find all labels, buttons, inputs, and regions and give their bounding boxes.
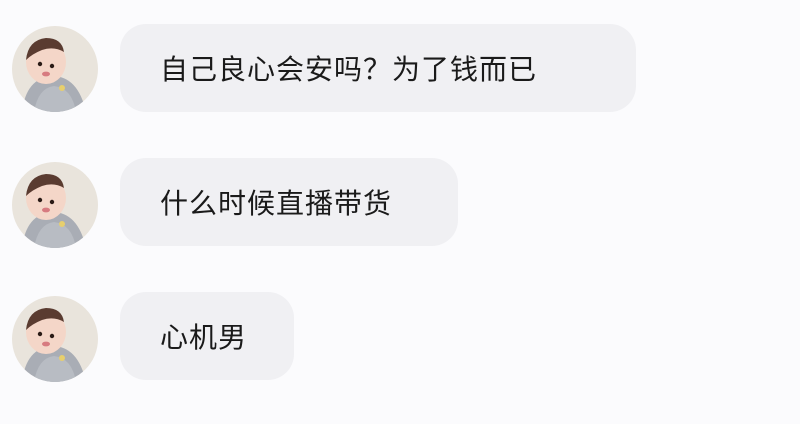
message-bubble[interactable]: 什么时候直播带货 <box>120 158 458 246</box>
avatar[interactable] <box>12 26 98 112</box>
baby-avatar-icon <box>12 162 98 248</box>
chat-message: 心机男 <box>0 292 800 384</box>
baby-avatar-icon <box>12 26 98 112</box>
message-text: 心机男 <box>160 321 248 354</box>
avatar[interactable] <box>12 162 98 248</box>
chat-message: 什么时候直播带货 <box>0 158 800 250</box>
baby-avatar-icon <box>12 296 98 382</box>
message-bubble[interactable]: 自己良心会安吗？为了钱而已 <box>120 24 636 112</box>
chat-message: 自己良心会安吗？为了钱而已 <box>0 24 800 116</box>
message-bubble[interactable]: 心机男 <box>120 292 294 380</box>
message-text: 自己良心会安吗？为了钱而已 <box>160 53 538 86</box>
avatar[interactable] <box>12 296 98 382</box>
message-text: 什么时候直播带货 <box>160 187 393 220</box>
